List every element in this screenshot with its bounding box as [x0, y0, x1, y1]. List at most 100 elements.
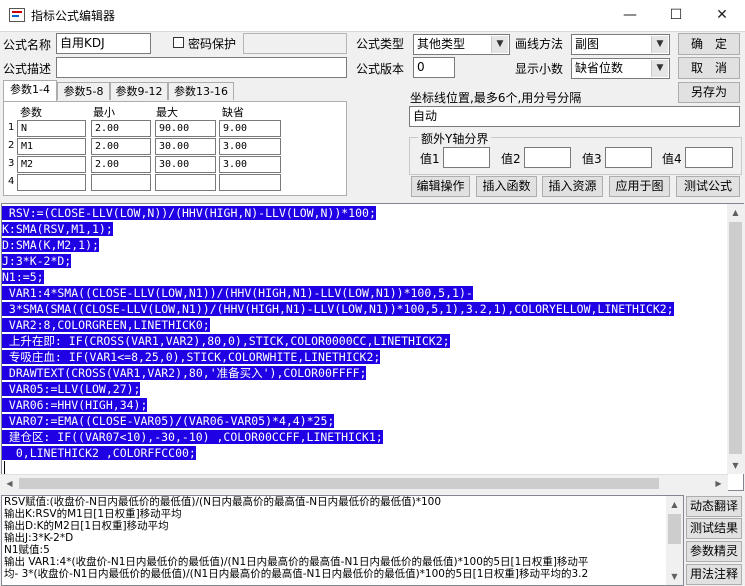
translation-output[interactable]: RSV赋值:(收盘价-N日内最低价的最低值)/(N日内最高价的最高值-N日内最低… [1, 495, 684, 586]
password-input[interactable] [243, 33, 347, 54]
param-row-number: 1 [8, 122, 15, 133]
formula-type-value: 其他类型 [417, 37, 466, 51]
param-default-input[interactable]: 9.00 [219, 120, 281, 137]
tab-params-9-12[interactable]: 参数9-12 [110, 82, 168, 100]
code-line: J:3*K-2*D; [2, 254, 72, 268]
param-header-name: 参数 [20, 106, 42, 119]
ok-button[interactable]: 确 定 [678, 33, 740, 55]
decimals-select[interactable]: 缺省位数 ▼ [571, 58, 670, 79]
y-value-3-input[interactable] [605, 147, 652, 168]
y-value-2-label: 值2 [501, 152, 521, 166]
scroll-thumb[interactable] [19, 478, 659, 489]
scroll-thumb[interactable] [668, 514, 681, 544]
y-value-1-input[interactable] [443, 147, 490, 168]
window-title: 指标公式编辑器 [31, 9, 116, 23]
insert-function-button[interactable]: 插入函数 [476, 176, 537, 197]
param-max-input[interactable]: 30.00 [155, 156, 216, 173]
description-label: 公式描述 [3, 62, 52, 76]
param-wizard-button[interactable]: 参数精灵 [686, 541, 742, 562]
version-label: 公式版本 [356, 62, 405, 76]
param-name-input[interactable]: M2 [17, 156, 86, 173]
scroll-down-icon[interactable]: ▼ [727, 457, 744, 474]
param-header-max: 最大 [156, 106, 178, 119]
draw-method-value: 副图 [575, 37, 600, 51]
param-name-input[interactable] [17, 174, 86, 191]
tab-params-1-4[interactable]: 参数1-4 [3, 80, 57, 101]
scroll-up-icon[interactable]: ▲ [666, 496, 683, 513]
chevron-down-icon: ▼ [651, 36, 668, 53]
version-input[interactable]: 0 [413, 57, 455, 78]
param-min-input[interactable] [91, 174, 151, 191]
code-line: RSV:=(CLOSE-LLV(LOW,N))/(HHV(HIGH,N)-LLV… [2, 206, 376, 220]
params-grid: 参数 最小 最大 缺省 1 N 2.00 90.00 9.00 2 M1 2.0… [3, 101, 347, 196]
decimals-value: 缺省位数 [575, 61, 624, 75]
apply-to-chart-button[interactable]: 应用于图 [609, 176, 670, 197]
scroll-left-icon[interactable]: ◀ [1, 475, 18, 492]
title-bar: 指标公式编辑器 — ☐ ✕ [0, 0, 745, 32]
editor-vertical-scrollbar[interactable]: ▲ ▼ [727, 204, 744, 474]
dynamic-translate-button[interactable]: 动态翻译 [686, 496, 742, 517]
code-line: VAR05:=LLV(LOW,27); [2, 382, 141, 396]
formula-name-label: 公式名称 [3, 38, 52, 52]
draw-method-select[interactable]: 副图 ▼ [571, 34, 670, 55]
param-header-min: 最小 [93, 106, 115, 119]
output-vertical-scrollbar[interactable]: ▲ ▼ [666, 496, 683, 585]
y-value-2-input[interactable] [524, 147, 571, 168]
scroll-thumb[interactable] [729, 222, 742, 454]
code-line: VAR2:8,COLORGREEN,LINETHICK0; [2, 318, 210, 332]
scroll-down-icon[interactable]: ▼ [666, 568, 683, 585]
param-max-input[interactable]: 30.00 [155, 138, 216, 155]
y-value-4-label: 值4 [662, 152, 682, 166]
editor-horizontal-scrollbar[interactable]: ◀ ▶ [1, 474, 728, 492]
param-min-input[interactable]: 2.00 [91, 120, 151, 137]
code-line: D:SMA(K,M2,1); [2, 238, 99, 252]
cancel-button[interactable]: 取 消 [678, 57, 740, 79]
formula-type-select[interactable]: 其他类型 ▼ [413, 34, 510, 55]
code-line: 建仓区: IF((VAR07<10),-30,-10) ,COLOR00CCFF… [2, 430, 383, 444]
test-formula-button[interactable]: 测试公式 [676, 176, 740, 197]
param-min-input[interactable]: 2.00 [91, 156, 151, 173]
extra-y-axis-label: 额外Y轴分界 [418, 130, 492, 147]
password-label: 密码保护 [188, 37, 237, 51]
chevron-down-icon: ▼ [651, 60, 668, 77]
code-line: 3*SMA(SMA((CLOSE-LLV(LOW,N1))/(HHV(HIGH,… [2, 302, 674, 316]
y-value-4-input[interactable] [685, 147, 733, 168]
y-value-1-label: 值1 [420, 152, 440, 166]
code-line: VAR07:=EMA((CLOSE-VAR05)/(VAR06-VAR05)*4… [2, 414, 335, 428]
description-input[interactable] [56, 57, 347, 78]
param-max-input[interactable]: 90.00 [155, 120, 216, 137]
save-as-button[interactable]: 另存为 [678, 82, 740, 103]
param-name-input[interactable]: N [17, 120, 86, 137]
code-line: DRAWTEXT(CROSS(VAR1,VAR2),80,'准备买入'),COL… [2, 366, 367, 380]
code-line: 0,LINETHICK2 ,COLORFFCC00; [2, 446, 196, 460]
code-line: 专吸庄血: IF(VAR1<=8,25,0),STICK,COLORWHITE,… [2, 350, 381, 364]
close-button[interactable]: ✕ [699, 0, 745, 31]
param-default-input[interactable]: 3.00 [219, 156, 281, 173]
param-name-input[interactable]: M1 [17, 138, 86, 155]
maximize-button[interactable]: ☐ [653, 0, 699, 31]
param-default-input[interactable] [219, 174, 281, 191]
param-max-input[interactable] [155, 174, 216, 191]
test-results-button[interactable]: 测试结果 [686, 518, 742, 539]
usage-notes-button[interactable]: 用法注释 [686, 564, 742, 585]
axis-position-input[interactable]: 自动 [409, 106, 740, 127]
password-checkbox[interactable] [173, 37, 184, 48]
code-editor[interactable]: RSV:=(CLOSE-LLV(LOW,N))/(HHV(HIGH,N)-LLV… [1, 203, 744, 491]
code-line: 上升在即: IF(CROSS(VAR1,VAR2),80,0),STICK,CO… [2, 334, 450, 348]
scroll-right-icon[interactable]: ▶ [710, 475, 727, 492]
decimals-label: 显示小数 [515, 62, 564, 76]
code-line: N1:=5; [2, 270, 44, 284]
tab-params-13-16[interactable]: 参数13-16 [168, 82, 234, 100]
minimize-button[interactable]: — [607, 0, 653, 31]
chevron-down-icon: ▼ [491, 36, 508, 53]
tab-params-5-8[interactable]: 参数5-8 [57, 82, 110, 100]
axis-position-label: 坐标线位置,最多6个,用分号分隔 [410, 91, 582, 105]
param-row-number: 4 [8, 176, 15, 187]
text-cursor [4, 461, 5, 475]
param-min-input[interactable]: 2.00 [91, 138, 151, 155]
insert-resource-button[interactable]: 插入资源 [542, 176, 603, 197]
scroll-up-icon[interactable]: ▲ [727, 204, 744, 221]
edit-ops-button[interactable]: 编辑操作 [411, 176, 470, 197]
param-default-input[interactable]: 3.00 [219, 138, 281, 155]
formula-name-input[interactable]: 自用KDJ [56, 33, 151, 54]
